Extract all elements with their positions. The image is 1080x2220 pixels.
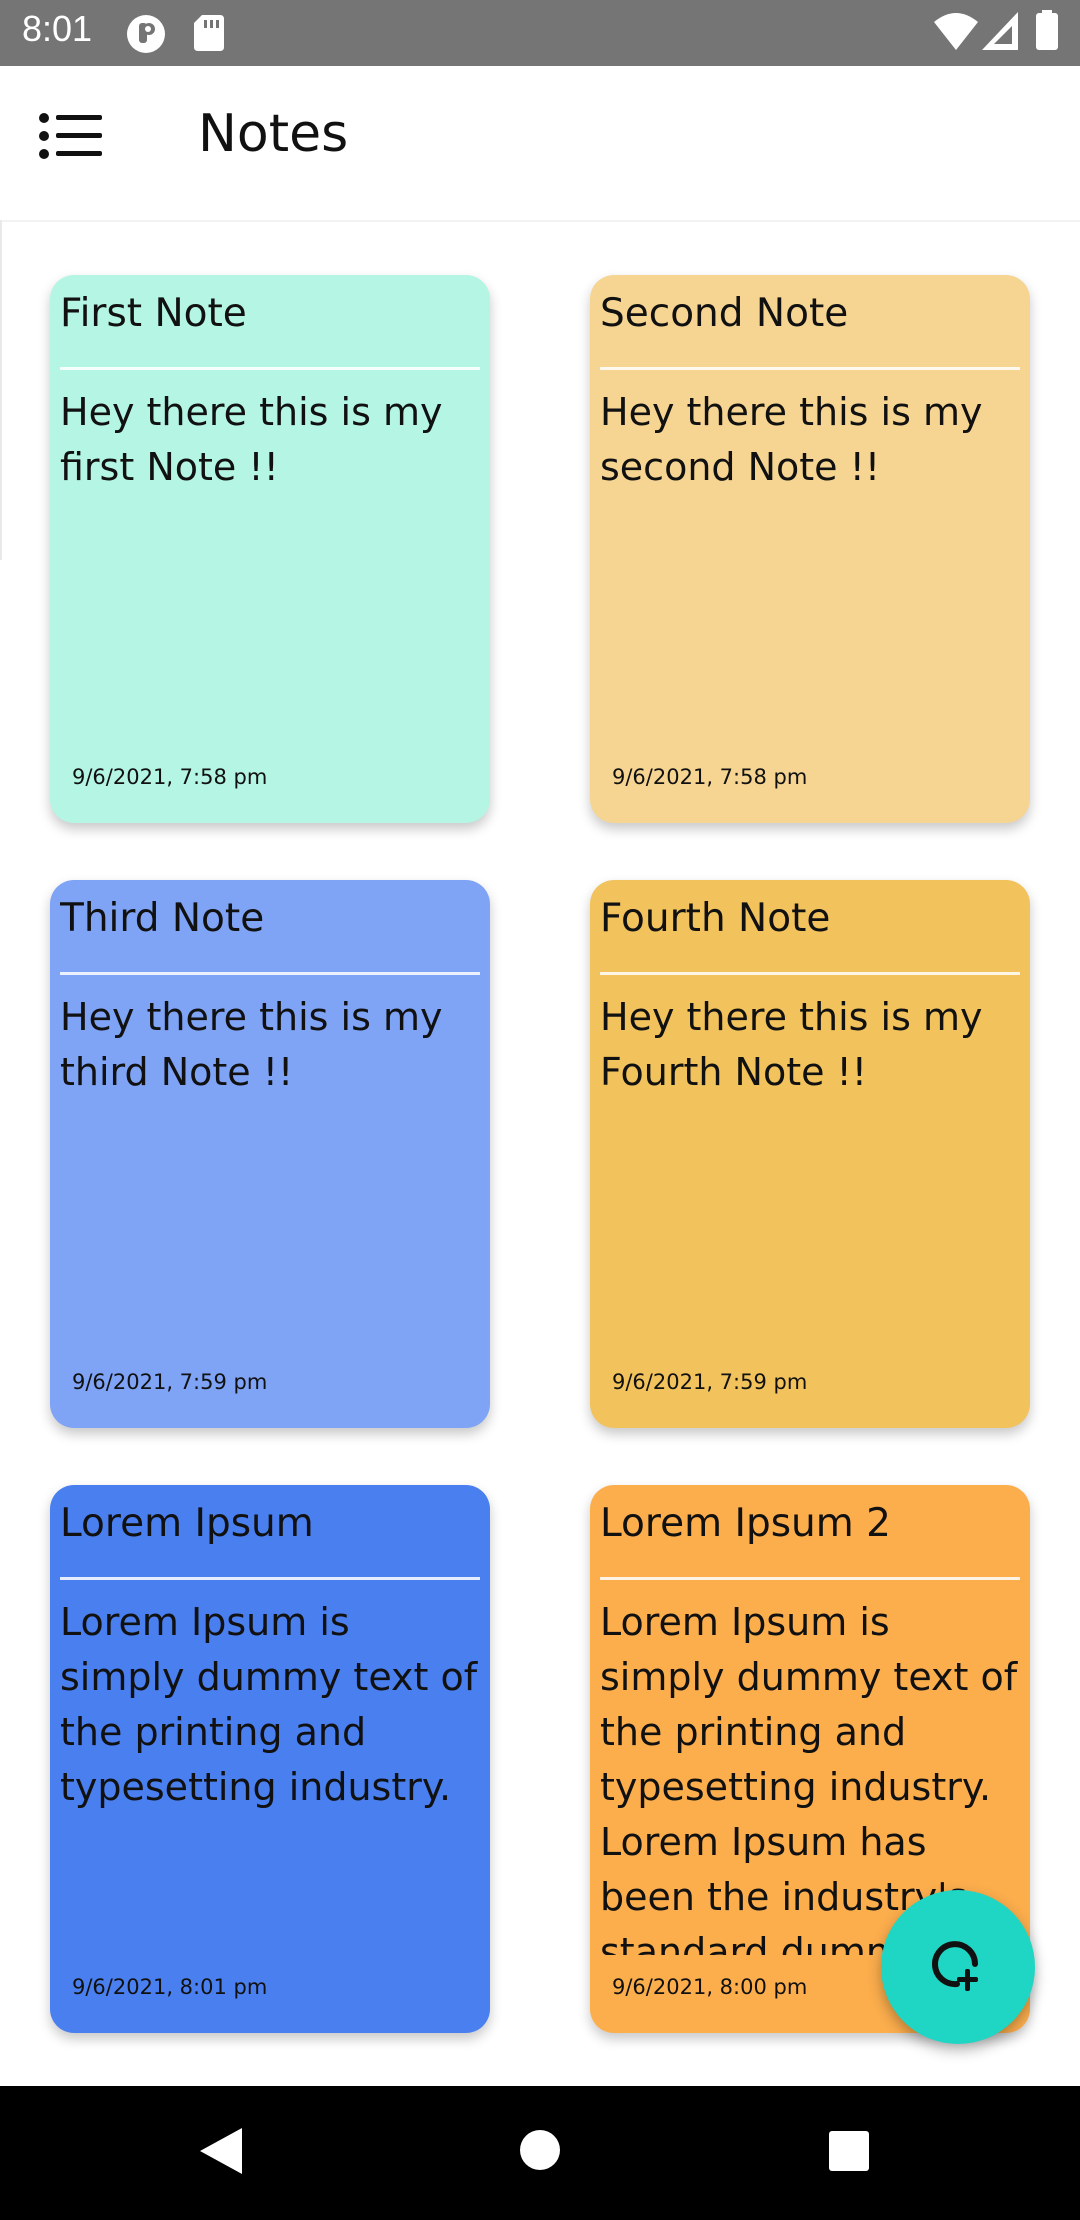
recents-button[interactable] xyxy=(828,2130,872,2174)
note-title: Lorem Ipsum xyxy=(60,1501,314,1546)
back-button[interactable] xyxy=(196,2126,256,2180)
list-menu-icon xyxy=(38,110,102,166)
note-title: Fourth Note xyxy=(600,896,831,941)
note-date: 9/6/2021, 7:59 pm xyxy=(72,1370,268,1394)
note-divider xyxy=(600,367,1020,370)
note-card[interactable]: Third Note Hey there this is my third No… xyxy=(50,880,490,1428)
recents-icon xyxy=(828,2131,870,2176)
note-body: Hey there this is my Fourth Note !! xyxy=(600,995,983,1094)
app-notification-icon xyxy=(126,14,166,58)
cell-signal-icon xyxy=(982,12,1018,54)
note-title: First Note xyxy=(60,291,247,336)
add-note-icon xyxy=(931,1940,987,2000)
app-bar: Notes xyxy=(0,66,1080,222)
menu-button[interactable] xyxy=(38,110,118,176)
note-body: Hey there this is my second Note !! xyxy=(600,390,983,489)
note-divider xyxy=(60,367,480,370)
note-date: 9/6/2021, 7:58 pm xyxy=(612,765,808,789)
note-date: 9/6/2021, 8:00 pm xyxy=(612,1975,808,1999)
note-date: 9/6/2021, 7:59 pm xyxy=(612,1370,808,1394)
note-divider xyxy=(600,972,1020,975)
note-date: 9/6/2021, 8:01 pm xyxy=(72,1975,268,1999)
note-body: Hey there this is my third Note !! xyxy=(60,995,443,1094)
navigation-bar xyxy=(0,2086,1080,2220)
note-title: Second Note xyxy=(600,291,849,336)
status-time: 8:01 xyxy=(22,8,93,49)
page-title: Notes xyxy=(198,104,349,164)
note-divider xyxy=(60,972,480,975)
note-card[interactable]: Lorem Ipsum Lorem Ipsum is simply dummy … xyxy=(50,1485,490,2033)
note-divider xyxy=(60,1577,480,1580)
note-card[interactable]: Second Note Hey there this is my second … xyxy=(590,275,1030,823)
note-body: Lorem Ipsum is simply dummy text of the … xyxy=(60,1600,478,1809)
note-card[interactable]: First Note Hey there this is my first No… xyxy=(50,275,490,823)
wifi-icon xyxy=(934,12,978,54)
home-button[interactable] xyxy=(519,2129,563,2173)
note-title: Lorem Ipsum 2 xyxy=(600,1501,891,1546)
note-title: Third Note xyxy=(60,896,265,941)
battery-icon xyxy=(1036,10,1058,54)
status-bar: 8:01 xyxy=(0,0,1080,66)
note-date: 9/6/2021, 7:58 pm xyxy=(72,765,268,789)
add-note-button[interactable] xyxy=(881,1890,1035,2044)
back-icon xyxy=(196,2128,246,2180)
note-divider xyxy=(600,1577,1020,1580)
home-icon xyxy=(519,2130,561,2175)
notes-grid: First Note Hey there this is my first No… xyxy=(0,220,1080,2086)
sd-card-icon xyxy=(193,14,225,56)
note-card[interactable]: Fourth Note Hey there this is my Fourth … xyxy=(590,880,1030,1428)
note-body: Hey there this is my first Note !! xyxy=(60,390,443,489)
